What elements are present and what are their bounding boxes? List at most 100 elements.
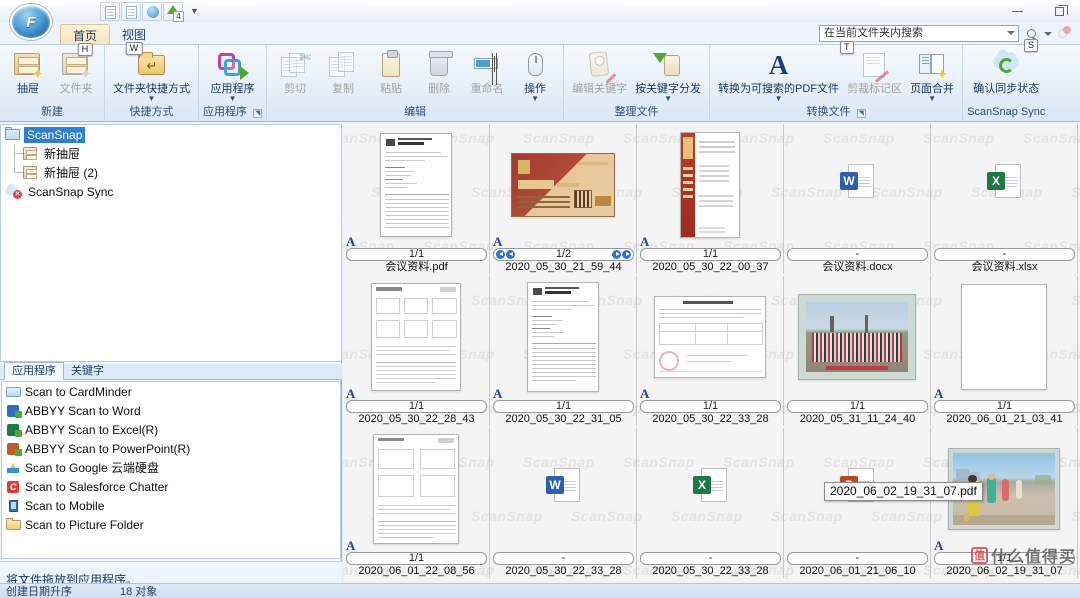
thumbnail-preview[interactable]: X	[931, 124, 1078, 246]
qat-globe-button[interactable]	[142, 2, 162, 21]
list-item[interactable]: ABBYY Scan to PowerPoint(R)	[2, 439, 340, 458]
thumb-windows-test-page[interactable]: A 1/1 会议资料.pdf	[343, 124, 490, 274]
thumbnail-preview[interactable]: X	[637, 428, 784, 550]
last-page-icon[interactable]	[622, 250, 631, 259]
thumbnail-preview[interactable]: W	[490, 428, 637, 550]
tab-keywords[interactable]: 关键字	[64, 363, 111, 379]
thumb-test-print[interactable]: A 1/1 2020_05_30_22_31_05	[490, 276, 637, 426]
page-indicator-label: 1/1	[408, 552, 425, 564]
search-clear-icon[interactable]	[1056, 25, 1072, 42]
thumbnail-preview[interactable]	[343, 428, 490, 550]
tree-item-new-drawer-2[interactable]: 新抽屉 (2)	[1, 163, 341, 182]
thumbnail-preview[interactable]	[343, 124, 490, 246]
ribbon-button-distribute-by-keyword[interactable]: 按关键字分发 ▼	[631, 47, 705, 103]
ribbon-button-new-drawer[interactable]: ✦ 抽屉	[4, 47, 52, 95]
thumb-business-card[interactable]: A 1/2 2020_05_30_21_59_44	[490, 124, 637, 274]
thumb-blank-scan-2[interactable]: A 1/1 2020_06_01_21_03_41	[931, 276, 1078, 426]
ribbon-button-cut[interactable]: ✄ 剪切	[271, 47, 319, 95]
tab-applications[interactable]: 应用程序	[4, 362, 64, 380]
thumb-form-stamp[interactable]: A 1/1 2020_05_30_22_33_28	[637, 276, 784, 426]
thumb-word-doc-2[interactable]: W - 2020_05_30_22_33_28	[490, 428, 637, 578]
search-icon[interactable]: S	[1022, 25, 1040, 52]
application-icon	[217, 49, 249, 81]
next-page-icon[interactable]	[612, 250, 621, 259]
page-merge-chevron-down-icon[interactable]: ▼	[928, 95, 936, 103]
folder-shortcut-chevron-down-icon[interactable]: ▼	[148, 95, 156, 103]
file-menu-orb[interactable]: F	[4, 1, 58, 41]
thumbnail-preview[interactable]	[490, 124, 637, 246]
ribbon-group-edit: ✄ 剪切 复制 粘贴 删除 重命名 操作 ▼ 编辑	[267, 45, 565, 123]
distribute-chevron-down-icon[interactable]: ▼	[664, 95, 672, 103]
tree-item-scansnap[interactable]: ScanSnap	[1, 125, 341, 144]
qat-page-button[interactable]	[121, 2, 141, 21]
thumbnail-preview[interactable]	[343, 276, 490, 398]
application-dialog-launcher-icon[interactable]: ◥	[253, 109, 263, 118]
application-list[interactable]: Scan to CardMinder ABBYY Scan to Word AB…	[1, 381, 341, 559]
tree-item-scansnap-sync[interactable]: ✕ ScanSnap Sync	[1, 182, 341, 201]
qat-upload-button[interactable]: 4	[163, 2, 184, 22]
ribbon-button-new-folder[interactable]: ✦ 文件夹	[52, 47, 100, 95]
thumb-excel-doc-2[interactable]: X - 2020_05_30_22_33_28	[637, 428, 784, 578]
thumb-ppt-doc[interactable]: P - 2020_06_01_21_06_10	[784, 428, 931, 578]
application-chevron-down-icon[interactable]: ▼	[229, 95, 237, 103]
qat-more-icon[interactable]: ▼	[190, 2, 199, 21]
thumbnail-preview[interactable]	[490, 276, 637, 398]
page-indicator: 1/2	[493, 248, 634, 261]
list-item[interactable]: Scan to Google 云端硬盘	[2, 458, 340, 477]
list-item[interactable]: Scan to Picture Folder	[2, 515, 340, 534]
list-item[interactable]: ABBYY Scan to Word	[2, 401, 340, 420]
scansnap-home-window: 4 ▼ F 首页 H 视图 W 在当前文件夹内搜索 T S ✦ 抽屉 ✦ 文件夹…	[0, 0, 1080, 598]
thumb-manual-scan[interactable]: A 1/1 2020_05_30_22_28_43	[343, 276, 490, 426]
thumbnail-preview[interactable]: W	[784, 124, 931, 246]
thumbnail-preview[interactable]	[637, 276, 784, 398]
ribbon-button-crop-marked-area[interactable]: 剪裁标记区	[843, 47, 906, 95]
thumb-red-flyer[interactable]: A 1/1 2020_05_30_22_00_37	[637, 124, 784, 274]
page-nav-next-group[interactable]	[612, 250, 631, 259]
thumb-manual-scan-3[interactable]: A 1/1 2020_06_01_22_08_56	[343, 428, 490, 578]
ribbon-button-confirm-sync-status[interactable]: 确认同步状态	[969, 47, 1043, 95]
ribbon-button-folder-shortcut[interactable]: ↵ 文件夹快捷方式 ▼	[109, 47, 194, 103]
search-dropdown-icon[interactable]	[1007, 31, 1015, 35]
list-item[interactable]: C Scan to Salesforce Chatter	[2, 477, 340, 496]
minimize-button[interactable]	[996, 0, 1038, 22]
thumbnail-grid[interactable]: ScanSnapScanSnapScanSnapScanSnapScanSnap…	[343, 124, 1080, 583]
search-input[interactable]: 在当前文件夹内搜索 T	[819, 25, 1019, 54]
tree-item-new-drawer[interactable]: 新抽屉	[1, 144, 341, 163]
thumbnail-preview[interactable]	[931, 276, 1078, 398]
search-options-chevron-down-icon[interactable]	[1044, 31, 1052, 36]
ribbon-button-delete[interactable]: 删除	[415, 47, 463, 95]
ribbon-button-copy-label: 复制	[332, 83, 355, 95]
ribbon-button-copy[interactable]: 复制	[319, 47, 367, 95]
ribbon-button-paste[interactable]: 粘贴	[367, 47, 415, 95]
tab-home-keytip: H	[77, 43, 93, 56]
thumbnail-preview[interactable]	[784, 276, 931, 398]
qat-scan-page-button[interactable]	[100, 2, 120, 21]
ribbon-button-edit-keyword[interactable]: 编辑关键字	[568, 47, 631, 95]
ribbon-button-rename[interactable]: 重命名	[463, 47, 511, 95]
list-item[interactable]: ABBYY Scan to Excel(R)	[2, 420, 340, 439]
prev-page-icon[interactable]	[506, 250, 515, 259]
list-item[interactable]: Scan to CardMinder	[2, 382, 340, 401]
convert-dialog-launcher-icon[interactable]: ◥	[856, 109, 866, 118]
ocr-mark: A	[640, 234, 650, 249]
thumb-group-photo[interactable]: 1/1 2020_05_31_11_24_40	[784, 276, 931, 426]
tab-home[interactable]: 首页 H	[60, 24, 111, 56]
ribbon-button-application[interactable]: 应用程序 ▼	[207, 47, 259, 103]
restore-button[interactable]	[1038, 0, 1080, 22]
tab-view[interactable]: 视图 W	[110, 24, 158, 55]
first-page-icon[interactable]	[496, 250, 505, 259]
page-nav-prev-group[interactable]	[496, 250, 515, 259]
action-chevron-down-icon[interactable]: ▼	[531, 95, 539, 103]
folder-tree[interactable]: ScanSnap 新抽屉 新抽屉 (2) ✕ ScanSnap Sync	[0, 124, 342, 362]
thumbnail-filename: 2020_05_30_21_59_44	[505, 261, 622, 273]
thumb-word-doc[interactable]: W - 会议资料.docx	[784, 124, 931, 274]
ribbon-button-action[interactable]: 操作 ▼	[511, 47, 559, 103]
thumb-excel-doc[interactable]: X - 会议资料.xlsx	[931, 124, 1078, 274]
search-area: 在当前文件夹内搜索 T S	[819, 25, 1072, 54]
list-item[interactable]: Scan to Mobile	[2, 496, 340, 515]
window-controls	[996, 0, 1080, 22]
convert-chevron-down-icon[interactable]: ▼	[775, 95, 783, 103]
ribbon-button-page-merge[interactable]: ✦ 页面合并 ▼	[906, 47, 958, 103]
ribbon-button-convert-searchable-pdf[interactable]: A 转换为可搜索的PDF文件 ▼	[714, 47, 843, 103]
thumbnail-preview[interactable]	[637, 124, 784, 246]
